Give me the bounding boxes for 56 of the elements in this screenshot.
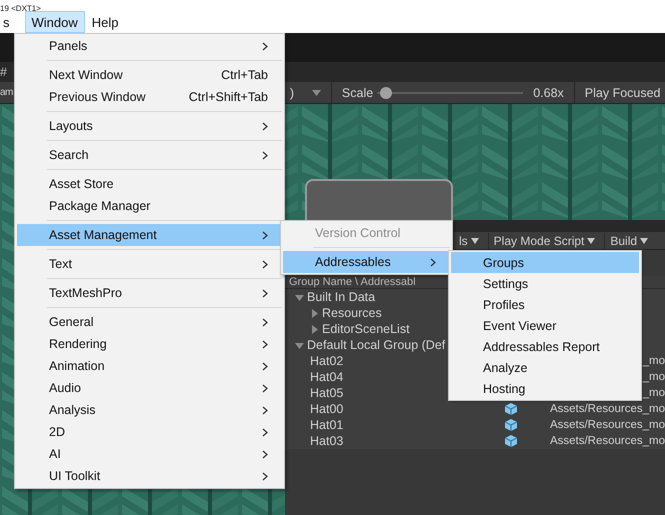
dropdown-arrow-icon[interactable] [587, 238, 596, 244]
menu-item[interactable]: Asset Management [17, 224, 282, 246]
menu-item[interactable]: General [17, 311, 282, 333]
menu-item[interactable]: Analyze [451, 357, 639, 378]
asset-path: Assets/Resources_mo [550, 418, 665, 433]
menu-bar-item[interactable]: Help [84, 11, 126, 33]
column-header: Group Name \ Addressabl [289, 276, 416, 288]
menu-item[interactable]: Asset Store [17, 173, 282, 195]
dropdown-arrow-icon[interactable] [640, 238, 648, 244]
menu-item[interactable]: TextMeshPro [17, 282, 282, 304]
tree-item[interactable]: Default Local Group (Def [307, 338, 446, 352]
menu-item[interactable]: Analysis [17, 399, 282, 421]
menu-item[interactable]: 2D [17, 421, 282, 443]
menu-item[interactable]: UI Toolkit [17, 465, 282, 487]
asset-path: _mo [642, 386, 665, 401]
menu-item[interactable]: Text [17, 253, 282, 275]
menu-item[interactable]: Settings [451, 273, 639, 294]
play-mode-dropdown[interactable]: Play Focused [584, 86, 661, 100]
tree-item[interactable]: Hat04 [310, 370, 344, 384]
menu-item[interactable]: Animation [17, 355, 282, 377]
menu-item[interactable]: Hosting [451, 378, 639, 399]
menu-item[interactable]: Addressables Report [451, 336, 639, 357]
asset-path: Assets/Resources_mo [550, 402, 665, 417]
menu-item[interactable]: Profiles [451, 294, 639, 315]
window-title: 19 <DXT1> [0, 3, 41, 14]
asset-path: _mo [642, 354, 665, 369]
tree-item[interactable]: Built In Data [307, 290, 376, 304]
scale-value: 0.68x [533, 86, 564, 100]
menu-item[interactable]: Audio [17, 377, 282, 399]
menu-item[interactable]: Layouts [17, 115, 282, 137]
tree-item[interactable]: Resources [322, 306, 382, 320]
scale-label: Scale [342, 86, 374, 100]
tree-item[interactable]: Hat01 [310, 418, 344, 432]
tree-item[interactable]: EditorSceneList [322, 322, 410, 336]
aspect-dropdown[interactable]: ) [290, 86, 312, 100]
menu-bar-item[interactable]: s [0, 11, 16, 33]
menu-item[interactable]: Event Viewer [451, 315, 639, 336]
menu-item[interactable]: Groups [451, 252, 639, 273]
asset-path: _mo [642, 370, 665, 385]
menu-item[interactable]: Rendering [17, 333, 282, 355]
menu-item[interactable]: Previous Window Ctrl+Shift+Tab [17, 86, 282, 108]
dropdown-arrow-icon[interactable] [312, 88, 321, 97]
menu-item[interactable]: Addressables [283, 251, 450, 273]
tree-item[interactable]: Hat03 [310, 434, 344, 448]
dropdown-arrow-icon[interactable] [470, 238, 479, 244]
toolbar-text: am [0, 87, 13, 98]
tree-item[interactable]: Hat05 [310, 386, 344, 400]
menu-item[interactable]: Next Window Ctrl+Tab [17, 64, 282, 86]
asset-path: Assets/Resources_mo [550, 434, 665, 449]
scene-tab[interactable]: # [0, 65, 7, 79]
menu-item[interactable]: AI [17, 443, 282, 465]
tree-item[interactable]: Hat02 [310, 354, 344, 368]
menu-bar-item[interactable]: Window [24, 11, 85, 33]
menu-item[interactable]: Package Manager [17, 195, 282, 217]
tree-item[interactable]: Hat00 [310, 402, 344, 416]
menu-item[interactable]: Search [17, 144, 282, 166]
